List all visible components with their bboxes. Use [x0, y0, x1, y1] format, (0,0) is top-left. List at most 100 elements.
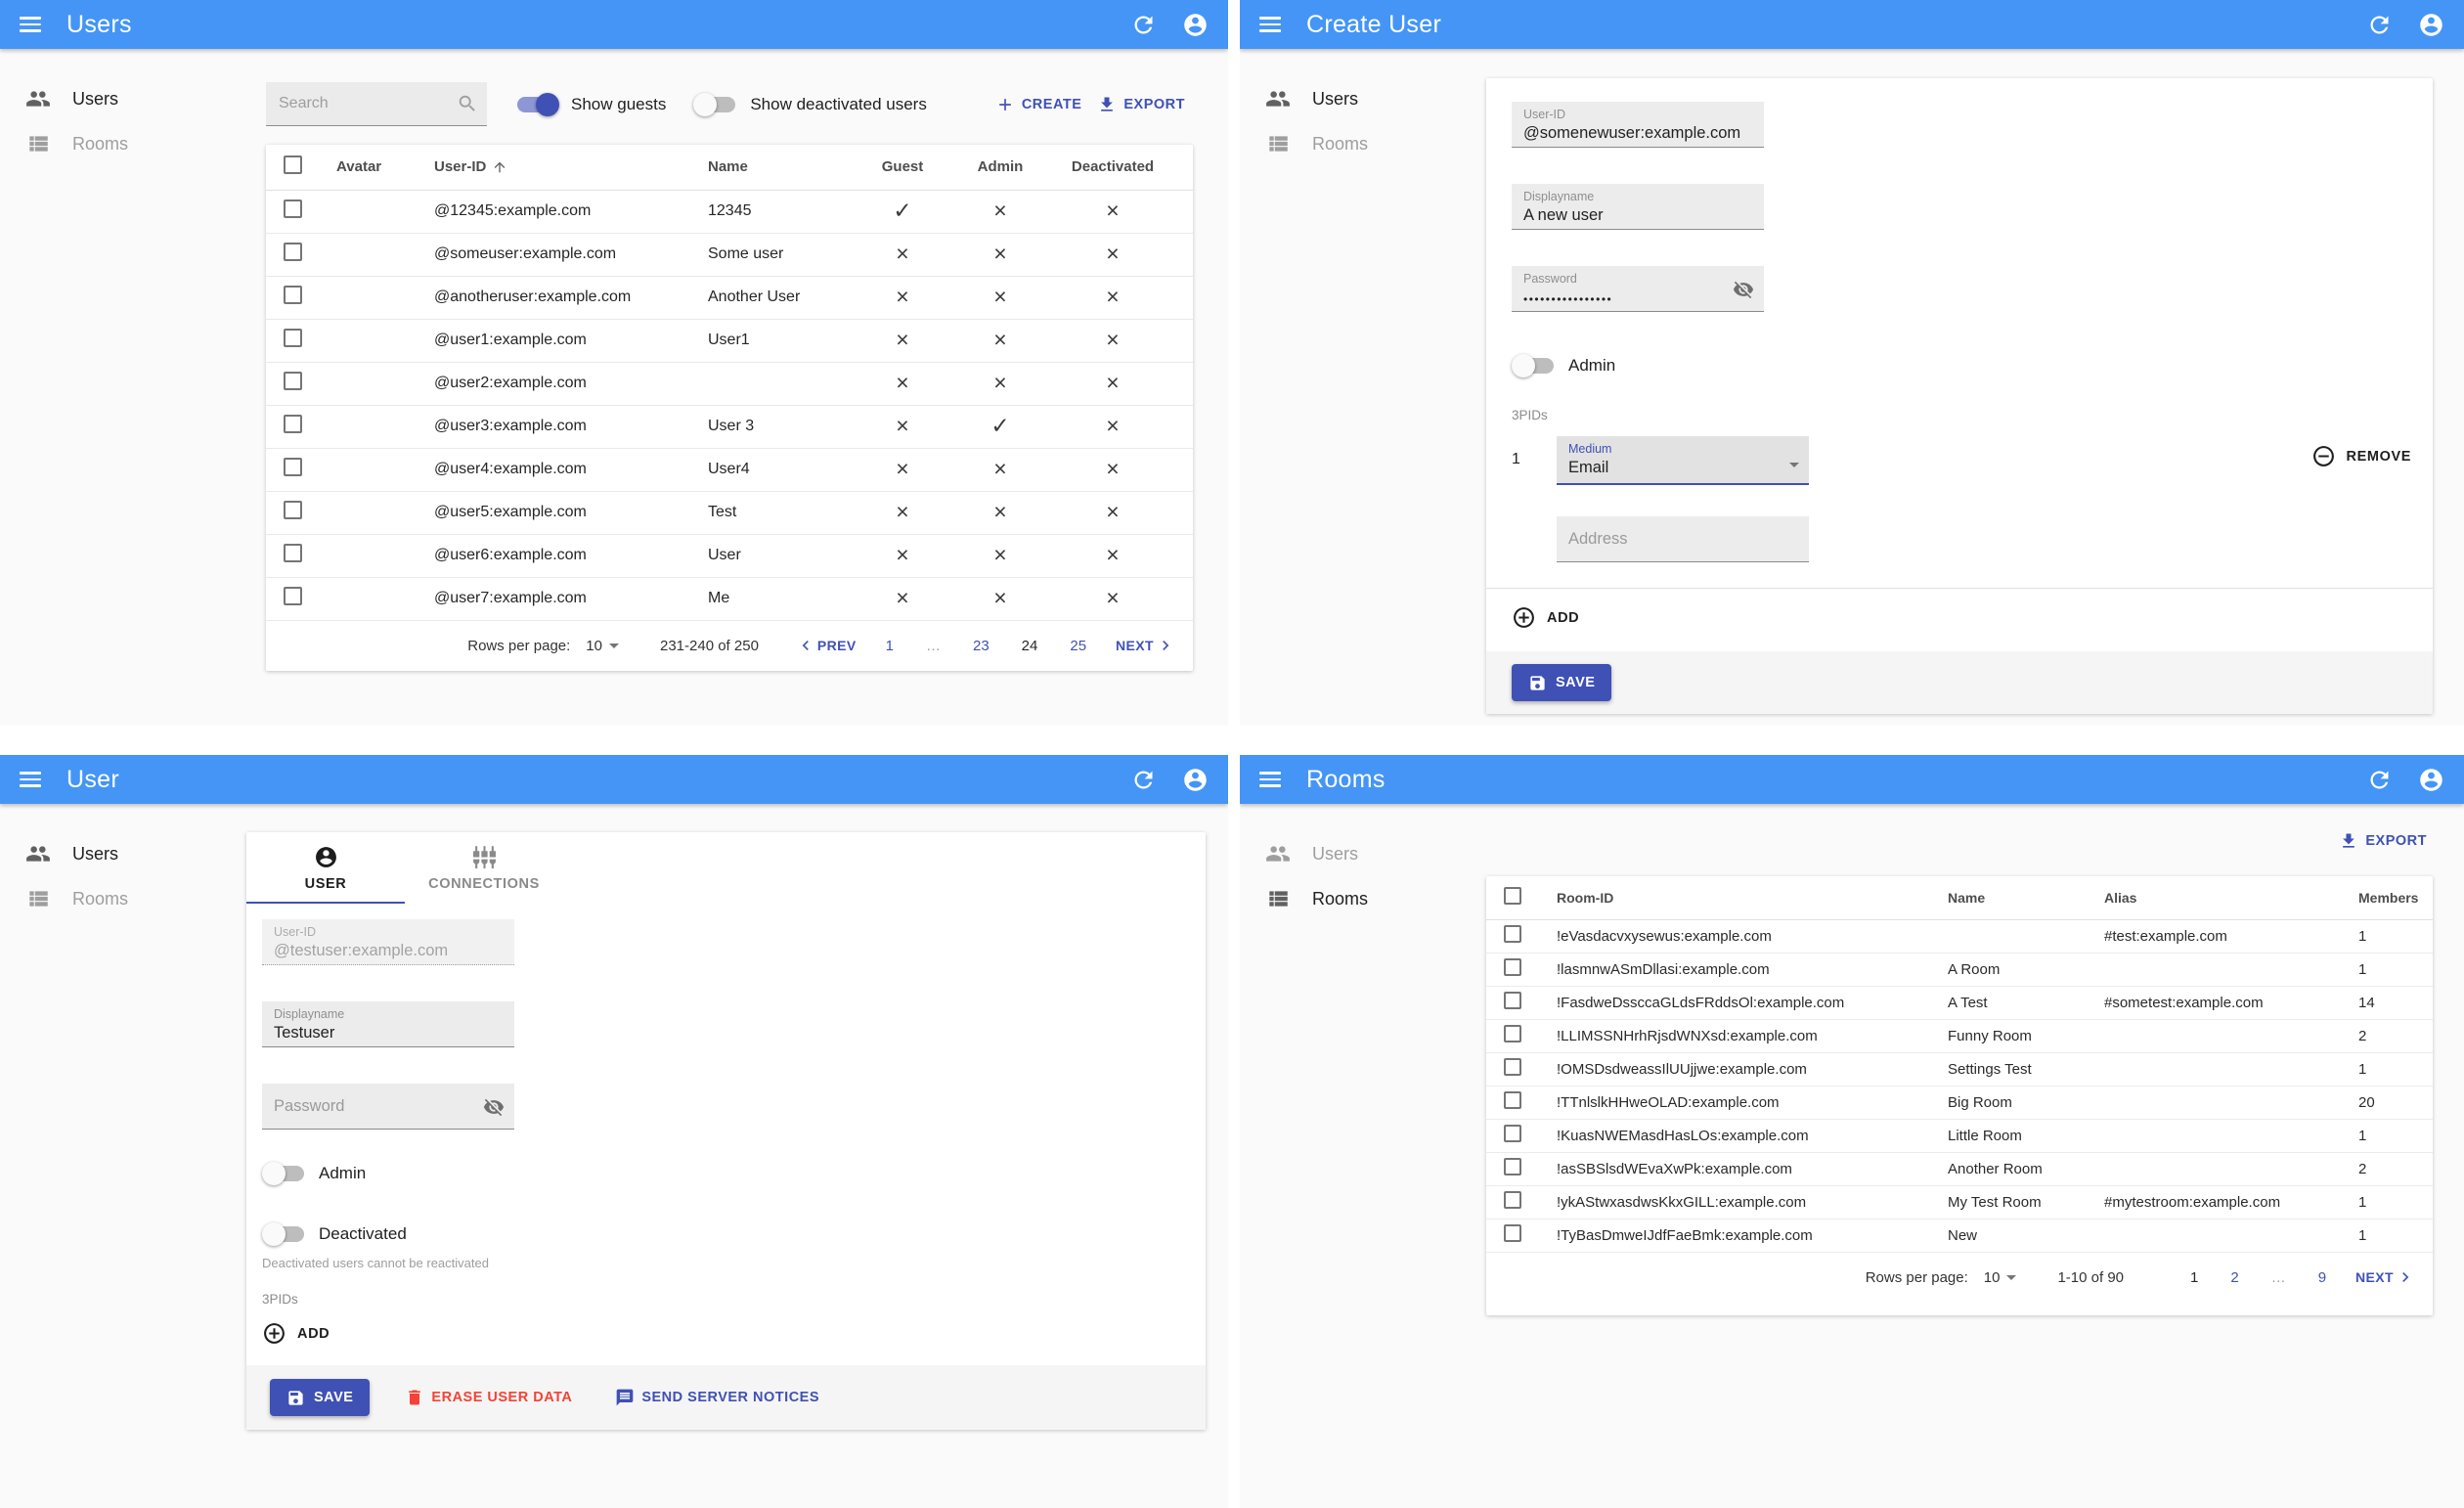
address-input[interactable]	[1568, 529, 1797, 549]
table-row[interactable]: !eVasdacvxysewus:example.com #test:exampl…	[1486, 919, 2433, 954]
row-checkbox[interactable]	[1504, 1158, 1521, 1175]
sidebar-item-rooms[interactable]: Rooms	[1240, 121, 1486, 166]
menu-icon[interactable]	[20, 772, 41, 787]
prev-button[interactable]: PREV	[796, 636, 857, 655]
medium-select[interactable]: Medium Email	[1557, 436, 1809, 485]
visibility-off-icon[interactable]	[483, 1096, 505, 1118]
table-row[interactable]: !TyBasDmweIJdfFaeBmk:example.com New 1	[1486, 1219, 2433, 1253]
show-guests-switch[interactable]	[514, 92, 559, 117]
tab-connections[interactable]: CONNECTIONS	[405, 832, 563, 904]
page-button[interactable]: 23	[973, 638, 990, 654]
add-threepid-button[interactable]: ADD	[262, 1321, 330, 1346]
row-checkbox[interactable]	[1504, 1125, 1521, 1142]
rows-per-page-select[interactable]: 10	[1984, 1269, 2017, 1286]
row-checkbox[interactable]	[1504, 992, 1521, 1009]
save-button[interactable]: SAVE	[270, 1379, 371, 1416]
table-row[interactable]: @user7:example.com Me × × ×	[266, 577, 1193, 621]
table-row[interactable]: @user3:example.com User 3 × ✓ ×	[266, 405, 1193, 449]
table-row[interactable]: !asSBSlsdWEvaXwPk:example.com Another Roo…	[1486, 1152, 2433, 1186]
page-button-current[interactable]: 1	[2190, 1269, 2198, 1286]
displayname-input[interactable]	[1523, 203, 1752, 226]
show-deactivated-switch[interactable]	[693, 92, 738, 117]
row-checkbox[interactable]	[284, 329, 302, 347]
send-server-notices-button[interactable]: SEND SERVER NOTICES	[607, 1382, 827, 1413]
row-checkbox[interactable]	[1504, 1224, 1521, 1242]
menu-icon[interactable]	[1259, 772, 1281, 787]
sidebar-item-users[interactable]: Users	[1240, 76, 1486, 121]
row-checkbox[interactable]	[284, 286, 302, 304]
table-row[interactable]: @anotheruser:example.com Another User × × ×	[266, 276, 1193, 320]
table-row[interactable]: !KuasNWEMasdHasLOs:example.com Little Roo…	[1486, 1119, 2433, 1153]
refresh-button[interactable]	[1130, 767, 1157, 793]
page-button[interactable]: 25	[1070, 638, 1086, 654]
save-button[interactable]: SAVE	[1512, 664, 1612, 701]
table-row[interactable]: !OMSDsdweassIlUUjjwe:example.com Settings…	[1486, 1052, 2433, 1087]
erase-user-data-button[interactable]: ERASE USER DATA	[397, 1382, 580, 1413]
next-button[interactable]: NEXT	[1116, 636, 1175, 655]
table-row[interactable]: @someuser:example.com Some user × × ×	[266, 233, 1193, 277]
refresh-button[interactable]	[1130, 12, 1157, 38]
table-row[interactable]: !LLIMSSNHrhRjsdWNXsd:example.com Funny Ro…	[1486, 1019, 2433, 1053]
profile-button[interactable]	[2418, 12, 2444, 38]
row-checkbox[interactable]	[284, 544, 302, 562]
sidebar-item-rooms[interactable]: Rooms	[0, 876, 246, 921]
table-row[interactable]: @user2:example.com × × ×	[266, 362, 1193, 406]
table-row[interactable]: @user5:example.com Test × × ×	[266, 491, 1193, 535]
row-checkbox[interactable]	[1504, 1091, 1521, 1109]
tab-user[interactable]: USER	[246, 832, 405, 904]
password-input[interactable]: ••••••••••••••••	[1523, 286, 1752, 306]
table-row[interactable]: !FasdweDssccaGLdsFRddsOl:example.com A Te…	[1486, 986, 2433, 1020]
table-row[interactable]: @user6:example.com User × × ×	[266, 534, 1193, 578]
row-checkbox[interactable]	[284, 501, 302, 519]
page-button[interactable]: 1	[886, 638, 894, 654]
profile-button[interactable]	[2418, 767, 2444, 793]
row-checkbox[interactable]	[284, 587, 302, 605]
page-button-current[interactable]: 24	[1022, 638, 1038, 654]
displayname-input[interactable]	[274, 1021, 503, 1043]
select-all-checkbox[interactable]	[284, 155, 302, 175]
select-all-checkbox[interactable]	[1504, 887, 1521, 906]
table-row[interactable]: !lasmnwASmDllasi:example.com A Room 1	[1486, 953, 2433, 987]
menu-icon[interactable]	[20, 17, 41, 32]
table-row[interactable]: !ykAStwxasdwsKkxGILL:example.com My Test …	[1486, 1185, 2433, 1220]
table-row[interactable]: @12345:example.com 12345 ✓ × ×	[266, 190, 1193, 234]
table-row[interactable]: @user4:example.com User4 × × ×	[266, 448, 1193, 492]
sidebar-item-rooms[interactable]: Rooms	[1240, 876, 1486, 921]
next-button[interactable]: NEXT	[2355, 1267, 2415, 1287]
create-button[interactable]: CREATE	[988, 89, 1090, 120]
sidebar-item-users[interactable]: Users	[1240, 831, 1486, 876]
row-checkbox[interactable]	[284, 372, 302, 390]
page-button[interactable]: 9	[2318, 1269, 2326, 1286]
row-checkbox[interactable]	[284, 415, 302, 433]
export-button[interactable]: EXPORT	[1089, 89, 1193, 120]
row-checkbox[interactable]	[284, 458, 302, 476]
search-input[interactable]	[266, 82, 487, 125]
add-threepid-button[interactable]: ADD	[1512, 605, 1579, 630]
admin-switch[interactable]	[262, 1161, 307, 1186]
row-checkbox[interactable]	[1504, 1025, 1521, 1042]
admin-switch[interactable]	[1512, 353, 1557, 378]
user-id-input[interactable]	[1523, 121, 1752, 144]
row-checkbox[interactable]	[1504, 958, 1521, 976]
deactivated-switch[interactable]	[262, 1221, 307, 1247]
profile-button[interactable]	[1182, 767, 1209, 793]
visibility-off-icon[interactable]	[1733, 279, 1754, 300]
sidebar-item-users[interactable]: Users	[0, 76, 246, 121]
row-checkbox[interactable]	[1504, 1058, 1521, 1076]
table-row[interactable]: @user1:example.com User1 × × ×	[266, 319, 1193, 363]
refresh-button[interactable]	[2366, 767, 2393, 793]
sidebar-item-users[interactable]: Users	[0, 831, 246, 876]
password-input[interactable]	[274, 1096, 503, 1116]
refresh-button[interactable]	[2366, 12, 2393, 38]
sidebar-item-rooms[interactable]: Rooms	[0, 121, 246, 166]
row-checkbox[interactable]	[1504, 925, 1521, 943]
row-checkbox[interactable]	[1504, 1191, 1521, 1209]
row-checkbox[interactable]	[284, 200, 302, 218]
export-button[interactable]: EXPORT	[2331, 825, 2435, 857]
rows-per-page-select[interactable]: 10	[586, 638, 619, 654]
profile-button[interactable]	[1182, 12, 1209, 38]
menu-icon[interactable]	[1259, 17, 1281, 32]
remove-threepid-button[interactable]: REMOVE	[2311, 444, 2411, 468]
col-header-user-id[interactable]: User-ID	[418, 145, 692, 191]
row-checkbox[interactable]	[284, 243, 302, 261]
